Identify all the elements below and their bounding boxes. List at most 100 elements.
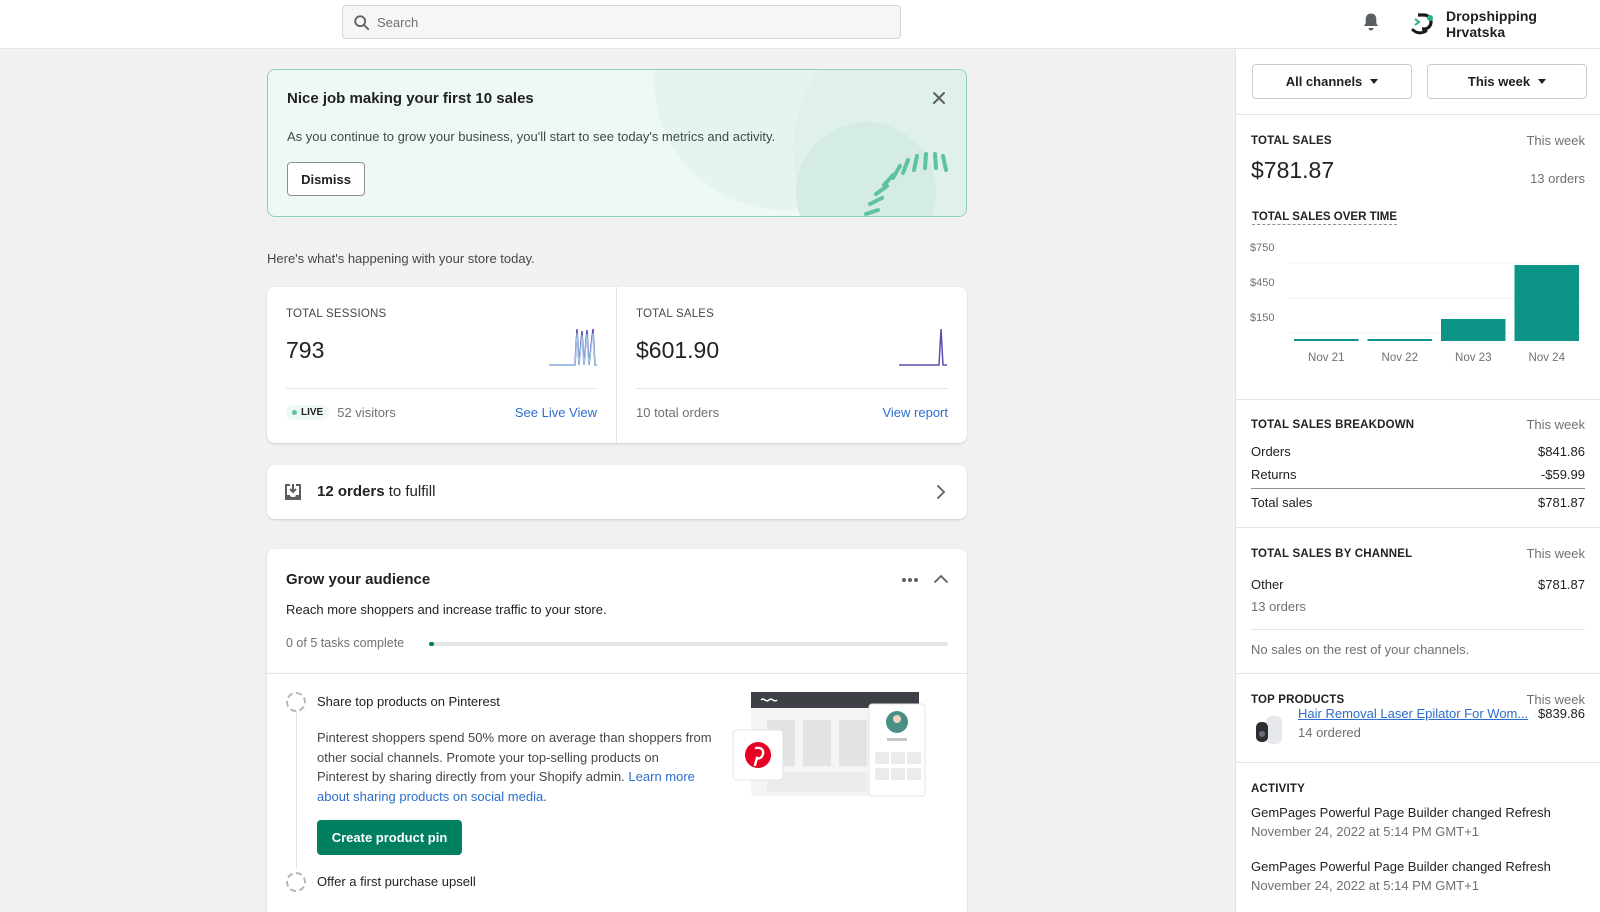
by-channel-period: This week: [1526, 546, 1585, 561]
divider: [1251, 488, 1585, 489]
view-report-link[interactable]: View report: [882, 405, 948, 420]
chevron-up-icon[interactable]: [934, 573, 948, 585]
grow-audience-card: Grow your audience Reach more shoppers a…: [267, 549, 967, 912]
create-product-pin-button[interactable]: Create product pin: [317, 820, 462, 855]
bar: [1441, 319, 1506, 341]
total-sales-value: $781.87: [1251, 157, 1335, 183]
live-badge: LIVE: [286, 405, 330, 420]
see-live-view-link[interactable]: See Live View: [515, 405, 597, 420]
top-product-ordered: 14 ordered: [1298, 725, 1361, 740]
divider: [1236, 527, 1600, 528]
product-thumbnail: [1252, 712, 1288, 748]
live-badge-label: LIVE: [301, 407, 324, 418]
live-dot-icon: [292, 410, 297, 415]
tasks-progress-bar: [429, 642, 948, 646]
by-channel-heading: TOTAL SALES BY CHANNEL: [1251, 548, 1413, 560]
sessions-footer: LIVE 52 visitors: [286, 405, 396, 420]
search-bar[interactable]: [342, 5, 901, 39]
breakdown-total-value: $781.87: [1538, 495, 1585, 510]
top-product-link[interactable]: Hair Removal Laser Epilator For Wom...: [1298, 706, 1530, 721]
breakdown-returns-value: -$59.99: [1540, 467, 1585, 482]
x-tick-label: Nov 24: [1529, 352, 1566, 364]
notification-bell-icon[interactable]: [1362, 12, 1380, 32]
channel-filter-label: All channels: [1285, 74, 1363, 89]
divider: [1251, 629, 1585, 630]
period-filter-label: This week: [1467, 74, 1531, 89]
banner-text: As you continue to grow your business, y…: [287, 129, 776, 144]
channel-orders: 13 orders: [1251, 599, 1306, 614]
bar: [1367, 339, 1432, 341]
task-pinterest-title[interactable]: Share top products on Pinterest: [317, 694, 500, 709]
sessions-label: TOTAL SESSIONS: [286, 308, 387, 320]
top-product-value: $839.86: [1538, 706, 1585, 721]
close-icon[interactable]: [931, 90, 947, 106]
sales-over-time-label[interactable]: TOTAL SALES OVER TIME: [1252, 211, 1398, 225]
period-filter-dropdown[interactable]: This week: [1427, 64, 1587, 99]
top-products-period: This week: [1526, 692, 1585, 707]
total-sales-heading: TOTAL SALES: [1251, 135, 1332, 147]
more-options-icon[interactable]: [901, 577, 919, 583]
top-bar: Dropshipping Hrvatska: [0, 0, 1600, 49]
bar: [1294, 339, 1359, 341]
search-icon: [354, 15, 370, 31]
sessions-value: 793: [286, 337, 325, 363]
total-orders-count: 10 total orders: [636, 405, 720, 420]
store-menu[interactable]: Dropshipping Hrvatska: [1408, 8, 1600, 40]
task-desc-end: .: [543, 788, 547, 804]
y-tick-label: $750: [1250, 242, 1274, 254]
banner-title: Nice job making your first 10 sales: [287, 90, 534, 107]
visitors-count: 52 visitors: [337, 405, 396, 420]
total-sales-orders: 13 orders: [1530, 171, 1585, 186]
task-upsell-title[interactable]: Offer a first purchase upsell: [317, 874, 476, 889]
y-tick-label: $450: [1250, 277, 1274, 289]
bar: [1514, 265, 1579, 341]
top-products-heading: TOP PRODUCTS: [1251, 694, 1345, 706]
x-tick-label: Nov 22: [1382, 352, 1418, 364]
dismiss-button[interactable]: Dismiss: [287, 162, 365, 196]
task-status-icon[interactable]: [286, 872, 306, 892]
x-tick-label: Nov 21: [1308, 352, 1344, 364]
sales-over-time-chart: $750 $450 $150 Nov 21 Nov 22 Nov 23 Nov 24: [1250, 242, 1584, 364]
task-pinterest-description: Pinterest shoppers spend 50% more on ave…: [317, 728, 712, 806]
caret-down-icon: [1370, 79, 1379, 84]
sales-value: $601.90: [636, 337, 720, 363]
x-tick-label: Nov 23: [1455, 352, 1491, 364]
first-sales-banner: Nice job making your first 10 sales As y…: [267, 69, 967, 217]
caret-down-icon: [1538, 79, 1547, 84]
grow-title: Grow your audience: [286, 571, 431, 588]
divider: [1236, 114, 1600, 115]
sales-sparkline: [899, 328, 947, 366]
activity-item-time: November 24, 2022 at 5:14 PM GMT+1: [1251, 878, 1479, 893]
channel-filter-dropdown[interactable]: All channels: [1252, 64, 1412, 99]
y-tick-label: $150: [1250, 312, 1274, 324]
channel-name: Other: [1251, 577, 1284, 592]
celebration-rays-icon: [864, 152, 948, 216]
divider: [1236, 762, 1600, 763]
task-status-icon[interactable]: [286, 692, 306, 712]
orders-to-fulfill-text: 12 orders to fulfill: [317, 483, 435, 500]
task-connector: [296, 711, 297, 869]
breakdown-orders-value: $841.86: [1538, 444, 1585, 459]
chevron-right-icon: [937, 485, 946, 499]
sales-stat: TOTAL SALES $601.90 10 total orders View…: [617, 287, 967, 443]
activity-item-text[interactable]: GemPages Powerful Page Builder changed R…: [1251, 859, 1551, 874]
activity-item-text[interactable]: GemPages Powerful Page Builder changed R…: [1251, 805, 1551, 820]
orders-suffix: to fulfill: [384, 483, 436, 500]
divider: [636, 388, 948, 389]
grow-subtitle: Reach more shoppers and increase traffic…: [286, 602, 607, 617]
divider: [286, 388, 597, 389]
search-input[interactable]: [377, 6, 887, 38]
divider: [1236, 673, 1600, 674]
activity-heading: ACTIVITY: [1251, 783, 1305, 795]
orders-count: 12 orders: [317, 483, 385, 500]
total-sales-period: This week: [1526, 133, 1585, 148]
orders-to-fulfill-card[interactable]: 12 orders to fulfill: [267, 465, 967, 519]
breakdown-total-label: Total sales: [1251, 495, 1313, 510]
channel-value: $781.87: [1538, 577, 1585, 592]
sales-footer: 10 total orders: [636, 405, 719, 420]
breakdown-period: This week: [1526, 417, 1585, 432]
happening-text: Here's what's happening with your store …: [267, 251, 535, 266]
sessions-stat: TOTAL SESSIONS 793 LIVE 52 visitors See …: [267, 287, 617, 443]
analytics-sidebar: All channels This week TOTAL SALES This …: [1235, 49, 1600, 912]
no-sales-note: No sales on the rest of your channels.: [1251, 642, 1470, 657]
